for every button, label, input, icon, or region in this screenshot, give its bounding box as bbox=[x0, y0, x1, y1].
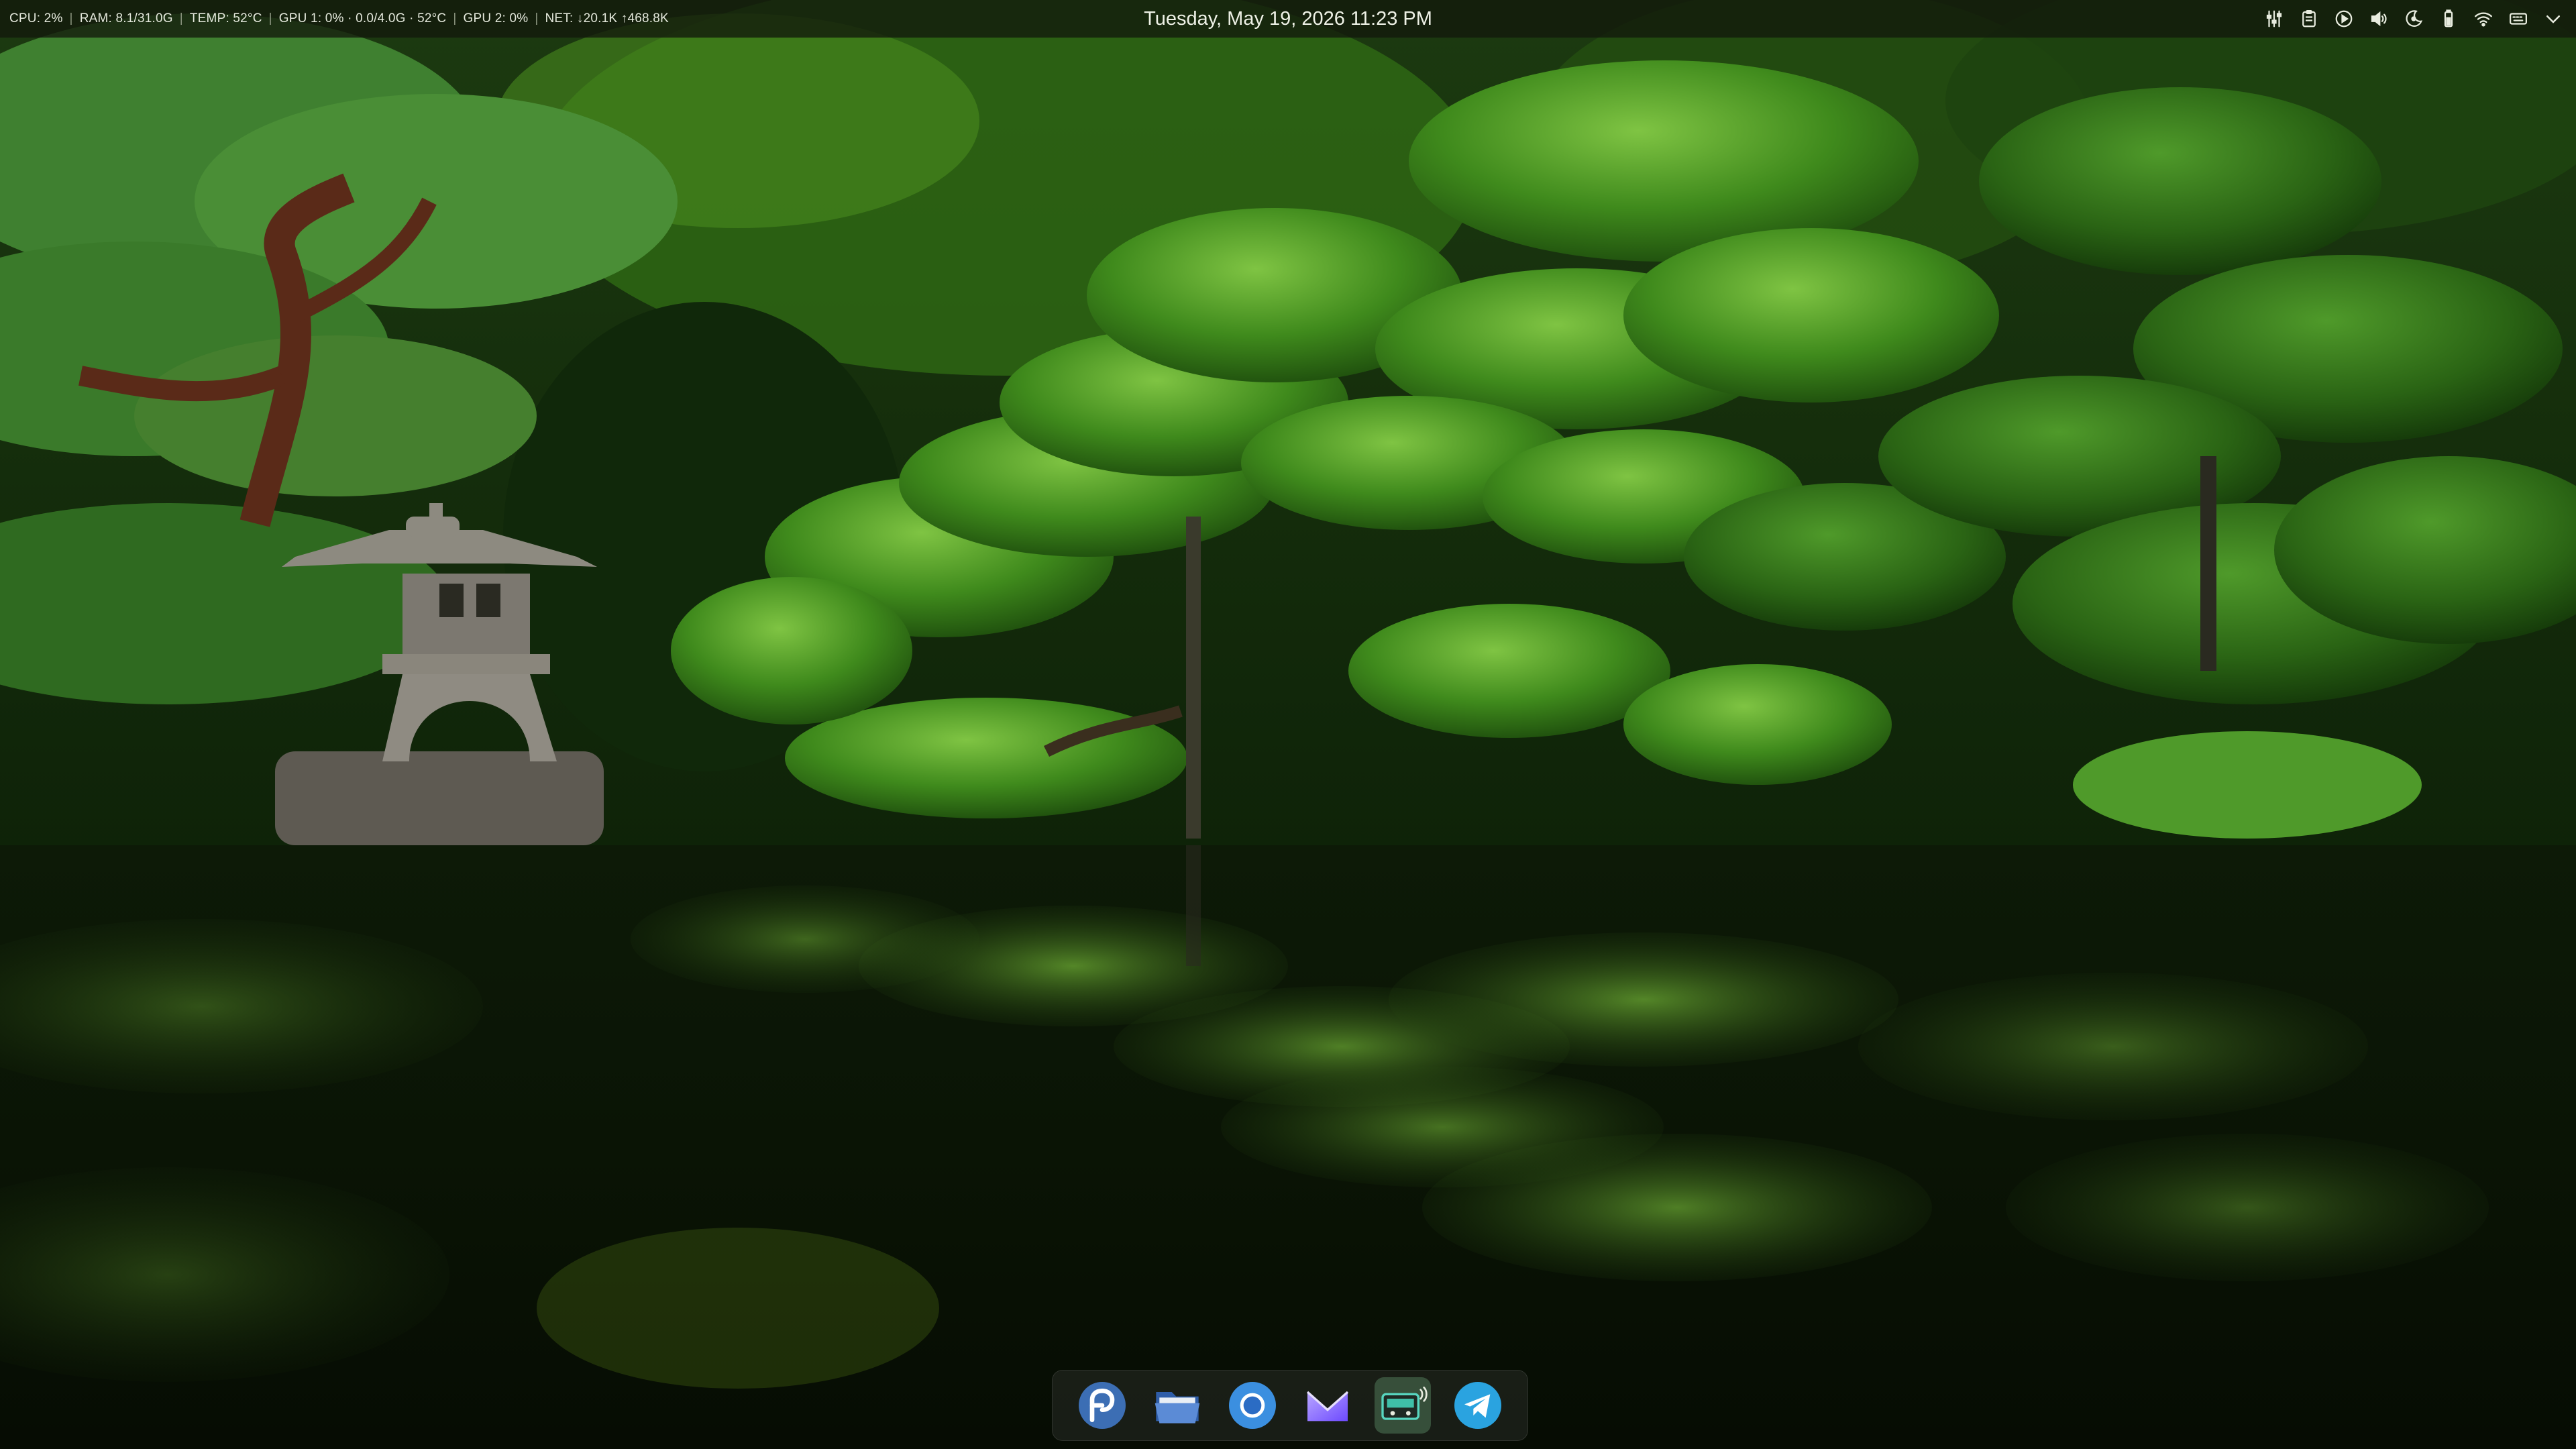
dock-item-chromium[interactable] bbox=[1224, 1377, 1281, 1434]
chromium-icon bbox=[1229, 1382, 1276, 1429]
gpu2-usage: GPU 2: 0% bbox=[463, 11, 529, 25]
battery-icon[interactable] bbox=[2438, 8, 2459, 30]
temperature: TEMP: 52°C bbox=[189, 11, 262, 25]
separator: | bbox=[268, 11, 272, 25]
dock bbox=[1052, 1370, 1528, 1441]
wifi-icon[interactable] bbox=[2473, 8, 2494, 30]
dock-item-fedora[interactable] bbox=[1074, 1377, 1130, 1434]
mixer-icon[interactable] bbox=[2263, 8, 2285, 30]
network-usage: NET: ↓20.1K ↑468.8K bbox=[545, 11, 669, 25]
keyboard-layout-icon[interactable] bbox=[2508, 8, 2529, 30]
media-play-icon[interactable] bbox=[2333, 8, 2355, 30]
ram-usage: RAM: 8.1/31.0G bbox=[79, 11, 173, 25]
dock-item-audio-recorder[interactable] bbox=[1375, 1377, 1431, 1434]
system-tray bbox=[2263, 0, 2564, 38]
night-light-icon[interactable] bbox=[2403, 8, 2424, 30]
system-monitor[interactable]: CPU: 2% | RAM: 8.1/31.0G | TEMP: 52°C | … bbox=[9, 0, 669, 38]
audio-recorder-icon bbox=[1381, 1387, 1428, 1420]
clipboard-icon[interactable] bbox=[2298, 8, 2320, 30]
telegram-icon bbox=[1454, 1382, 1501, 1429]
separator: | bbox=[179, 11, 183, 25]
dock-item-telegram[interactable] bbox=[1450, 1377, 1506, 1434]
gpu1-usage: GPU 1: 0% · 0.0/4.0G · 52°C bbox=[278, 11, 447, 25]
separator: | bbox=[535, 11, 539, 25]
proton-mail-icon bbox=[1306, 1391, 1349, 1421]
separator: | bbox=[69, 11, 73, 25]
fedora-icon bbox=[1079, 1382, 1126, 1429]
top-panel: CPU: 2% | RAM: 8.1/31.0G | TEMP: 52°C | … bbox=[0, 0, 2576, 38]
dock-item-proton-mail[interactable] bbox=[1299, 1377, 1356, 1434]
cpu-usage: CPU: 2% bbox=[9, 11, 63, 25]
desktop[interactable]: CPU: 2% | RAM: 8.1/31.0G | TEMP: 52°C | … bbox=[0, 0, 2576, 1449]
file-manager-icon bbox=[1155, 1392, 1200, 1424]
desktop-wallpaper bbox=[0, 0, 2576, 1449]
separator: | bbox=[453, 11, 457, 25]
date-time-clock[interactable]: Tuesday, May 19, 2026 11:23 PM bbox=[1144, 8, 1432, 30]
chevron-down-icon[interactable] bbox=[2542, 8, 2564, 30]
volume-icon[interactable] bbox=[2368, 8, 2390, 30]
dock-item-files[interactable] bbox=[1149, 1377, 1205, 1434]
